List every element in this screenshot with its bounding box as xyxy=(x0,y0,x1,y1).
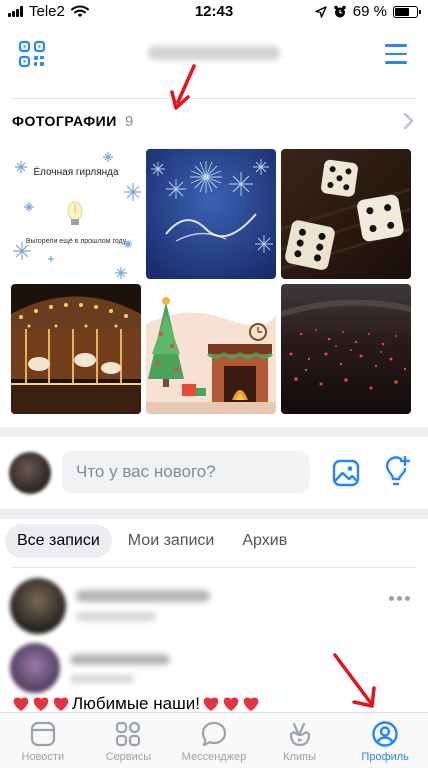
photo-thumbnail[interactable] xyxy=(281,149,411,279)
tab-all-posts[interactable]: Все записи xyxy=(5,524,112,558)
photo-thumbnail[interactable] xyxy=(11,284,141,414)
battery-percent: 69 % xyxy=(352,3,387,20)
heart-emoji-icon xyxy=(33,697,49,711)
photo-thumbnail[interactable] xyxy=(281,284,411,414)
tab-archive[interactable]: Архив xyxy=(230,524,299,558)
heart-emoji-icon xyxy=(13,697,29,711)
tab-services-label: Сервисы xyxy=(105,751,152,763)
post-more-button[interactable] xyxy=(389,596,410,601)
lightbulb-plus-icon[interactable] xyxy=(380,455,412,489)
qr-code-icon xyxy=(18,40,46,68)
profile-icon xyxy=(372,721,398,747)
divider xyxy=(12,98,416,99)
garland-caption: Выгорели ещё в прошлом году xyxy=(25,238,127,245)
qr-code-button[interactable] xyxy=(14,36,50,72)
photo-icon[interactable] xyxy=(330,457,362,489)
new-post-placeholder: Что у вас нового? xyxy=(76,462,216,481)
avatar[interactable] xyxy=(10,643,60,693)
clips-icon xyxy=(289,722,310,747)
christmas-illustration xyxy=(146,284,276,414)
annotation-arrow-icon xyxy=(333,653,376,708)
menu-button[interactable] xyxy=(378,36,414,72)
heart-emoji-icon xyxy=(243,697,259,711)
location-arrow-icon xyxy=(315,5,327,18)
post-text: Любимые наши! xyxy=(12,694,260,714)
avatar[interactable] xyxy=(9,452,51,494)
tab-news[interactable]: Новости xyxy=(0,713,86,768)
chevron-right-icon xyxy=(403,112,414,130)
tab-my-posts[interactable]: Мои записи xyxy=(116,524,227,558)
battery-icon xyxy=(393,5,421,18)
post-date-blurred xyxy=(76,612,156,621)
news-icon xyxy=(30,721,55,747)
tab-services[interactable]: Сервисы xyxy=(86,713,172,768)
post-author-blurred xyxy=(76,590,210,602)
profile-header xyxy=(0,24,428,84)
hamburger-menu-icon xyxy=(385,44,407,47)
section-separator xyxy=(0,427,428,437)
photo-thumbnail[interactable] xyxy=(146,149,276,279)
status-right: 69 % xyxy=(315,3,421,20)
photo-thumbnail[interactable] xyxy=(146,284,276,414)
photos-header[interactable]: ФОТОГРАФИИ 9 xyxy=(12,106,416,136)
battery-fill xyxy=(395,7,410,16)
services-icon xyxy=(116,721,141,747)
tab-clips-label: Клипы xyxy=(283,751,316,763)
heart-emoji-icon xyxy=(53,697,69,711)
alarm-icon xyxy=(333,5,346,17)
new-post-input[interactable]: Что у вас нового? xyxy=(62,451,310,493)
tab-messenger-label: Мессенджер xyxy=(181,751,247,763)
post-date-blurred xyxy=(70,675,134,683)
section-separator xyxy=(0,509,428,519)
messenger-icon xyxy=(201,721,227,747)
post-text-content: Любимые наши! xyxy=(72,694,200,713)
concert-crowd-image xyxy=(281,284,411,414)
tab-profile-label: Профиль xyxy=(361,751,409,763)
photos-title: ФОТОГРАФИИ xyxy=(12,113,117,129)
avatar[interactable] xyxy=(10,578,66,634)
divider xyxy=(12,567,416,568)
photos-count: 9 xyxy=(124,112,134,130)
garland-title: Ёлочная гирлянда xyxy=(33,167,119,178)
fireworks-image xyxy=(146,149,276,279)
bottom-tab-bar: Новости Сервисы Мессенджер Клипы Профиль xyxy=(0,712,428,768)
post-author-blurred xyxy=(70,654,170,665)
tab-news-label: Новости xyxy=(21,751,65,763)
photo-thumbnail[interactable]: Ёлочная гирлянда Выгорели ещё в прошлом … xyxy=(11,149,141,279)
profile-name-blurred xyxy=(148,46,280,60)
post-composer: Что у вас нового? xyxy=(0,437,428,509)
heart-emoji-icon xyxy=(203,697,219,711)
carousel-image xyxy=(11,284,141,414)
heart-emoji-icon xyxy=(223,697,239,711)
tab-clips[interactable]: Клипы xyxy=(257,713,343,768)
feed-tabs: Все записи Мои записи Архив xyxy=(5,524,299,558)
tab-profile[interactable]: Профиль xyxy=(342,713,428,768)
tab-messenger[interactable]: Мессенджер xyxy=(171,713,257,768)
dice-image xyxy=(281,149,411,279)
status-bar: Tele2 12:43 69 % xyxy=(0,0,428,24)
more-dots-icon xyxy=(389,596,394,601)
photo-grid: Ёлочная гирлянда Выгорели ещё в прошлом … xyxy=(11,149,411,414)
